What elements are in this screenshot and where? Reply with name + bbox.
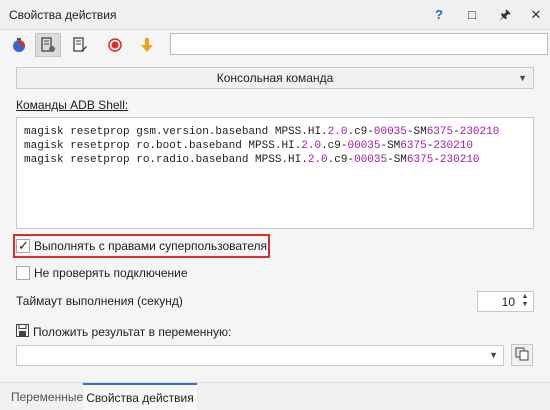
timeout-stepper[interactable]: 10 ▲ ▼ <box>477 291 534 312</box>
window-title: Свойства действия <box>9 8 117 22</box>
copy-button[interactable] <box>511 344 533 366</box>
arrow-down-icon[interactable] <box>134 33 160 57</box>
bottom-tabs: Переменные Свойства действия <box>0 382 550 410</box>
superuser-checkbox[interactable] <box>16 238 30 254</box>
command-line: magisk resetprop gsm.version.baseband MP… <box>24 126 500 138</box>
edit-icon[interactable] <box>67 33 93 57</box>
chevron-down-icon: ▼ <box>518 73 527 83</box>
tab-variables[interactable]: Переменные <box>11 383 83 410</box>
pin-icon[interactable]: 🖈 <box>494 4 516 26</box>
command-line: magisk resetprop ro.boot.baseband MPSS.H… <box>24 140 473 152</box>
superuser-checkbox-row[interactable]: Выполнять с правами суперпользователя <box>16 237 267 255</box>
result-row: Положить результат в переменную: <box>16 324 231 340</box>
title-bar: Свойства действия ? □ 🖈 ✕ <box>0 0 550 30</box>
timeout-label: Таймаут выполнения (секунд) <box>16 294 183 308</box>
timeout-value: 10 <box>501 295 515 309</box>
tab-action-properties[interactable]: Свойства действия <box>83 383 197 410</box>
minimize-icon[interactable]: □ <box>461 4 483 26</box>
help-icon[interactable]: ? <box>428 4 450 26</box>
copy-icon <box>515 347 529 364</box>
superuser-label: Выполнять с правами суперпользователя <box>34 239 267 253</box>
commands-label: Команды ADB Shell: <box>16 98 129 112</box>
result-label: Положить результат в переменную: <box>33 325 232 339</box>
toolbar <box>0 31 550 59</box>
action-type-select[interactable]: Консольная команда ▼ <box>16 67 534 89</box>
close-icon[interactable]: ✕ <box>525 4 547 26</box>
no-check-checkbox[interactable] <box>16 266 30 280</box>
chevron-down-icon: ▼ <box>489 350 498 360</box>
toolbar-search-input[interactable] <box>170 33 548 55</box>
action-type-value: Консольная команда <box>216 71 334 85</box>
record-icon[interactable] <box>102 33 128 57</box>
no-check-label: Не проверять подключение <box>34 266 188 280</box>
commands-textarea[interactable]: magisk resetprop gsm.version.baseband MP… <box>16 117 534 229</box>
no-check-checkbox-row[interactable]: Не проверять подключение <box>16 264 188 282</box>
stepper-arrows-icon[interactable]: ▲ ▼ <box>519 293 531 309</box>
command-line: magisk resetprop ro.radio.baseband MPSS.… <box>24 154 480 166</box>
result-variable-select[interactable]: ▼ <box>16 345 504 366</box>
action-settings-icon[interactable] <box>35 33 61 57</box>
save-icon <box>16 324 29 340</box>
test-run-icon[interactable] <box>6 33 32 57</box>
